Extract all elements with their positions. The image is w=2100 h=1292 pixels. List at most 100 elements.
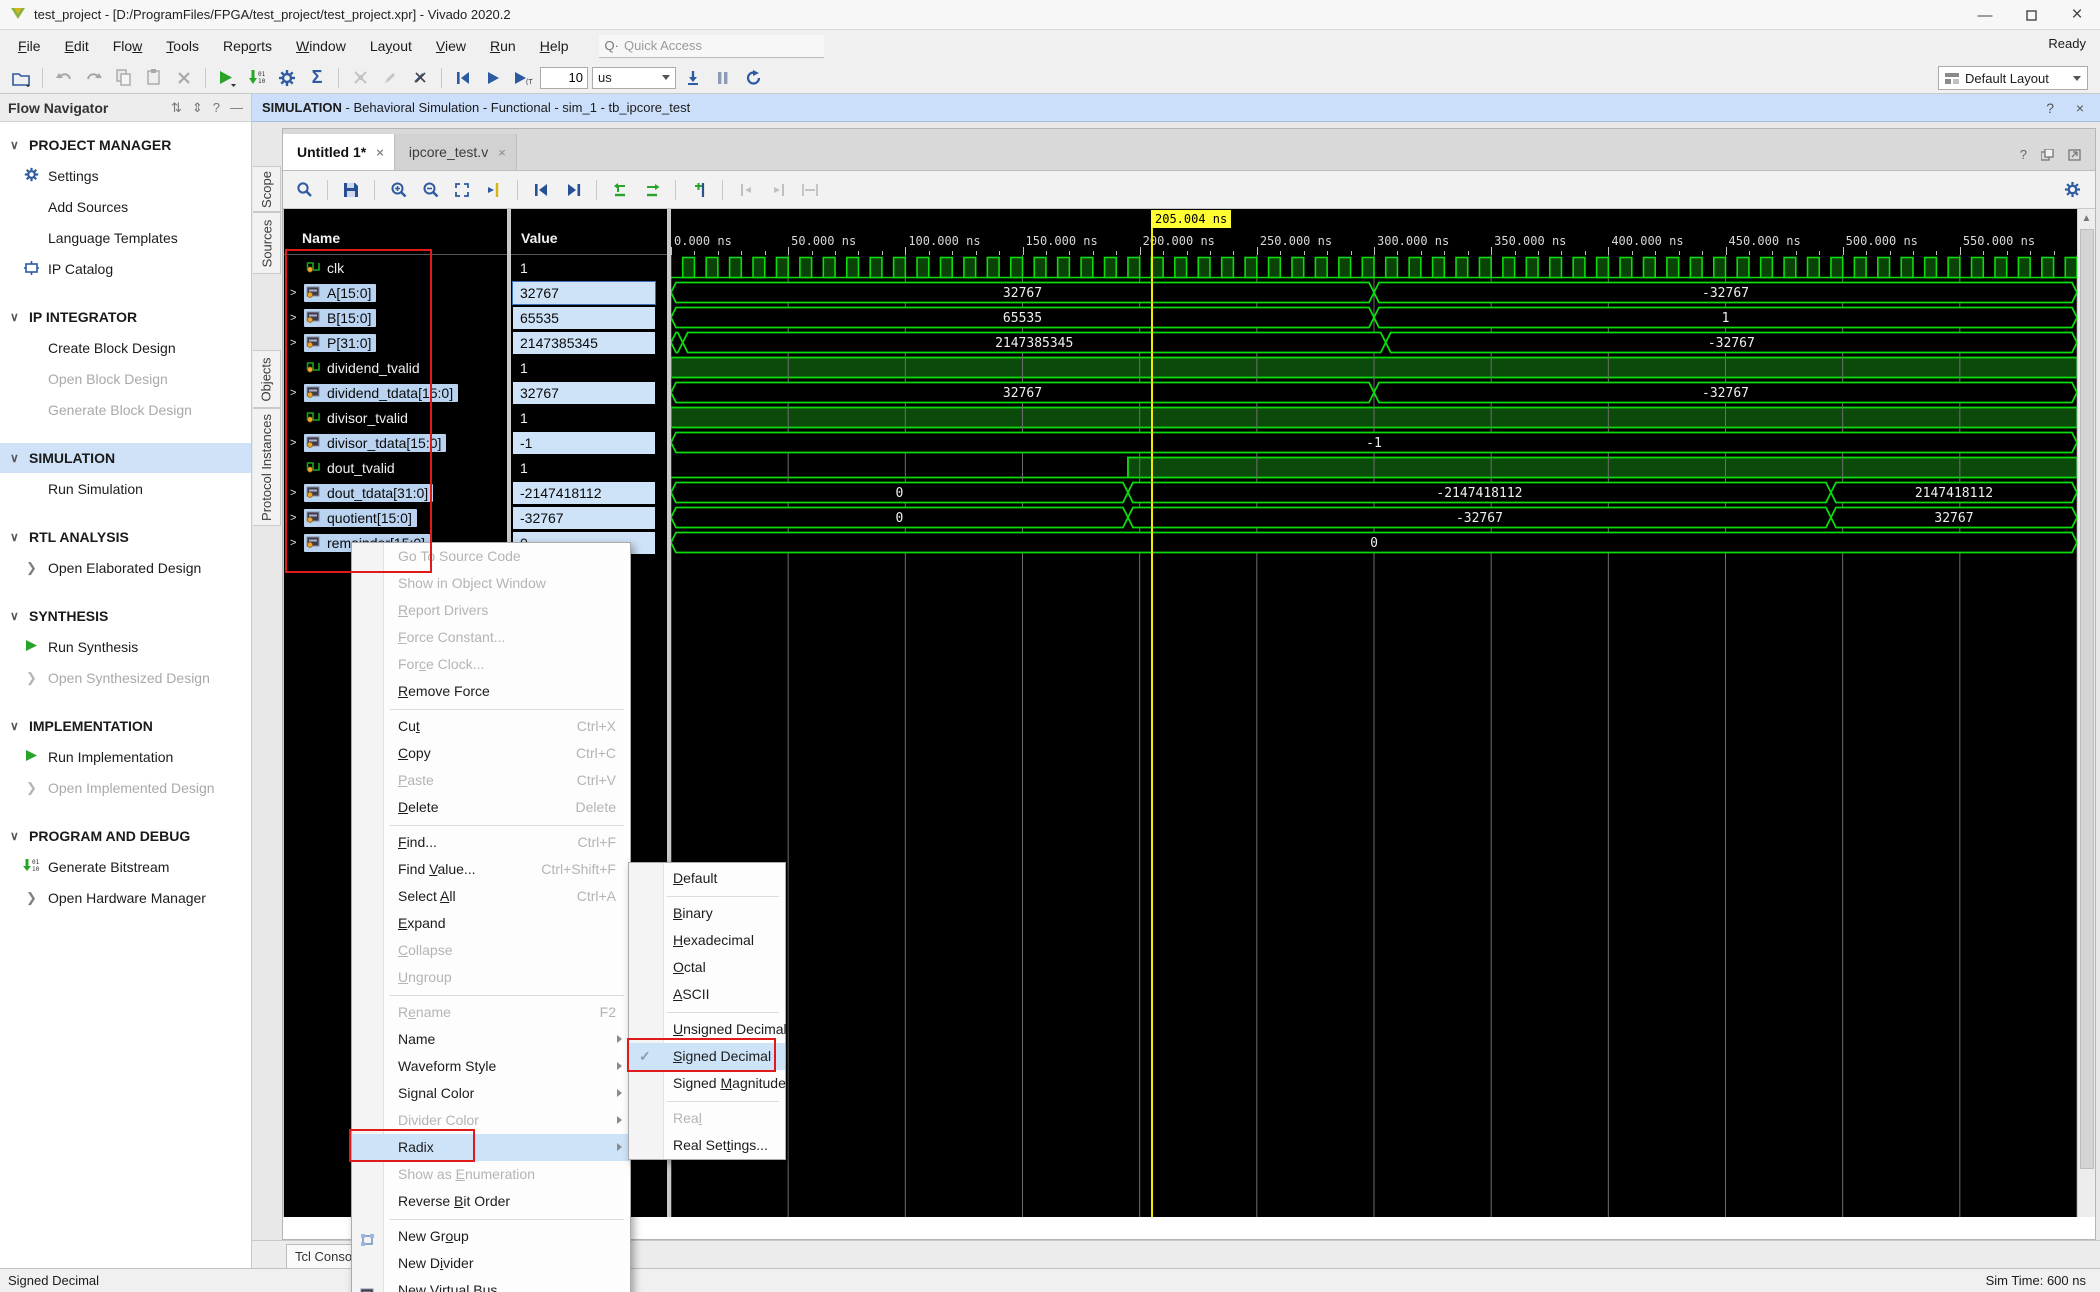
sim-time-input[interactable] [540,67,588,89]
wave-settings-gear-icon[interactable] [2059,178,2085,202]
menu-help[interactable]: Help [528,34,581,58]
validate-icon[interactable] [347,66,373,90]
expand-icon[interactable]: > [290,312,304,324]
side-tab-protocol-instances[interactable]: Protocol Instances [253,408,281,526]
signal-row-p-31-0[interactable]: >P[31:0] [284,330,507,355]
zoom-out-icon[interactable] [417,178,443,202]
cursor-time-flag[interactable]: 205.004 ns [1151,210,1231,228]
help-icon[interactable]: ? [2046,100,2054,116]
flow-item-run-implementation[interactable]: Run Implementation [0,741,251,772]
context-menu-item-expand[interactable]: Expand [352,910,630,937]
zoom-to-cursor-icon[interactable] [481,178,507,202]
expand-icon[interactable]: ⇕ [192,100,203,116]
swap-cursor-start-icon[interactable] [607,178,633,202]
flow-item-open-implemented-design[interactable]: ❯Open Implemented Design [0,772,251,803]
flow-section-project-manager[interactable]: ∨PROJECT MANAGER [0,130,251,160]
next-transition-icon[interactable] [560,178,586,202]
expand-icon[interactable]: > [290,337,304,349]
context-menu-item-copy[interactable]: CopyCtrl+C [352,740,630,767]
step-icon[interactable] [680,66,706,90]
menu-tools[interactable]: Tools [154,34,211,58]
flow-section-implementation[interactable]: ∨IMPLEMENTATION [0,711,251,741]
paste-icon[interactable] [141,66,167,90]
zoom-fit-icon[interactable] [449,178,475,202]
pause-icon[interactable] [710,66,736,90]
flow-item-run-simulation[interactable]: Run Simulation [0,473,251,504]
minimize-button[interactable]: — [1962,0,2008,30]
expand-icon[interactable]: > [290,512,304,524]
time-unit-select[interactable]: us [592,67,676,89]
signal-row-b-15-0[interactable]: >B[15:0] [284,305,507,330]
signal-row-divisor-tvalid[interactable]: divisor_tvalid [284,405,507,430]
copy-icon[interactable] [111,66,137,90]
close-button[interactable]: × [2054,0,2100,30]
flow-section-synthesis[interactable]: ∨SYNTHESIS [0,601,251,631]
flow-item-language-templates[interactable]: Language Templates [0,222,251,253]
waveform-canvas[interactable]: 0.000 ns50.000 ns100.000 ns150.000 ns200… [671,209,2077,1217]
signal-row-dout-tdata-31-0[interactable]: >dout_tdata[31:0] [284,480,507,505]
value-row-quotient-15-0[interactable]: -32767 [511,505,667,530]
value-column-header[interactable]: Value [511,209,667,255]
value-row-dout-tvalid[interactable]: 1 [511,455,667,480]
flow-item-ip-catalog[interactable]: IP Catalog [0,253,251,284]
radix-option-real-settings[interactable]: Real Settings... [629,1132,785,1159]
radix-option-default[interactable]: Default [629,865,785,892]
menu-run[interactable]: Run [478,34,528,58]
run-icon[interactable] [214,66,240,90]
maximize-button[interactable] [2008,0,2054,30]
sum-icon[interactable]: Σ [304,66,330,90]
open-recent-icon[interactable] [8,66,34,90]
value-row-b-15-0[interactable]: 65535 [511,305,667,330]
value-row-dividend-tvalid[interactable]: 1 [511,355,667,380]
scroll-up-icon[interactable]: ▲ [2078,209,2095,227]
flow-item-settings[interactable]: Settings [0,160,251,191]
menu-layout[interactable]: Layout [358,34,424,58]
redo-icon[interactable] [81,66,107,90]
value-row-clk[interactable]: 1 [511,255,667,280]
generate-bitstream-icon[interactable]: 0110 [244,66,270,90]
context-menu-item-reverse-bit-order[interactable]: Reverse Bit Order [352,1188,630,1215]
signal-row-dout-tvalid[interactable]: dout_tvalid [284,455,507,480]
close-icon[interactable]: × [498,145,506,160]
signal-row-quotient-15-0[interactable]: >quotient[15:0] [284,505,507,530]
flow-item-open-hardware-manager[interactable]: ❯Open Hardware Manager [0,882,251,913]
context-menu-item-find-value[interactable]: Find Value...Ctrl+Shift+F [352,856,630,883]
collapse-all-icon[interactable]: ⇅ [171,100,182,116]
expand-icon[interactable]: > [290,487,304,499]
radix-option-unsigned-decimal[interactable]: Unsigned Decimal [629,1016,785,1043]
restart-sim-icon[interactable] [450,66,476,90]
flow-section-ip-integrator[interactable]: ∨IP INTEGRATOR [0,302,251,332]
context-menu-item-cut[interactable]: CutCtrl+X [352,713,630,740]
flow-item-open-block-design[interactable]: Open Block Design [0,363,251,394]
menu-file[interactable]: File [6,34,53,58]
flow-section-simulation[interactable]: ∨SIMULATION [0,443,251,473]
context-menu-item-signal-color[interactable]: Signal Color [352,1080,630,1107]
cancel-pen-icon[interactable] [407,66,433,90]
context-menu-item-find[interactable]: Find...Ctrl+F [352,829,630,856]
menu-reports[interactable]: Reports [211,34,284,58]
menu-view[interactable]: View [424,34,478,58]
settings-gear-icon[interactable] [274,66,300,90]
context-menu-item-waveform-style[interactable]: Waveform Style [352,1053,630,1080]
expand-icon[interactable]: > [290,287,304,299]
signal-row-divisor-tdata-15-0[interactable]: >divisor_tdata[15:0] [284,430,507,455]
close-icon[interactable]: × [376,145,384,160]
relaunch-icon[interactable] [740,66,766,90]
signal-row-a-15-0[interactable]: >A[15:0] [284,280,507,305]
expand-icon[interactable]: > [290,437,304,449]
expand-icon[interactable]: > [290,387,304,399]
menu-edit[interactable]: Edit [53,34,101,58]
side-tab-objects[interactable]: Objects [253,350,281,408]
radix-option-octal[interactable]: Octal [629,954,785,981]
radix-option-signed-magnitude[interactable]: Signed Magnitude [629,1070,785,1097]
tab-ipcore-test-v[interactable]: ipcore_test.v× [395,134,517,170]
previous-marker-icon[interactable] [733,178,759,202]
undo-icon[interactable] [51,66,77,90]
context-menu-item-delete[interactable]: DeleteDelete [352,794,630,821]
float-window-icon[interactable] [2041,149,2054,161]
flow-section-program-and-debug[interactable]: ∨PROGRAM AND DEBUG [0,821,251,851]
flow-item-generate-block-design[interactable]: Generate Block Design [0,394,251,425]
context-menu-item-new-group[interactable]: New Group [352,1223,630,1250]
edit-pen-icon[interactable] [377,66,403,90]
flow-item-open-synthesized-design[interactable]: ❯Open Synthesized Design [0,662,251,693]
